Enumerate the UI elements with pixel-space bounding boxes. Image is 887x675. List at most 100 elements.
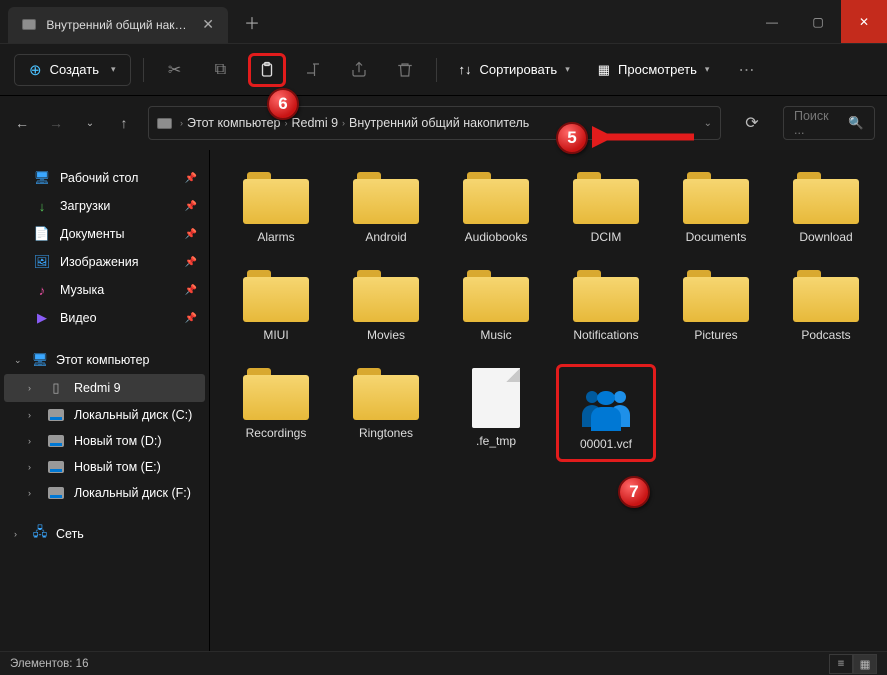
disk-icon — [48, 461, 64, 473]
pc-icon: 🖥 — [32, 352, 48, 368]
sort-button[interactable]: ↑↓ Сортировать ▾ — [449, 56, 580, 83]
sidebar-quick-item[interactable]: 📄Документы📌 — [4, 220, 205, 248]
share-icon[interactable] — [340, 53, 378, 87]
sidebar-drive-item[interactable]: › Локальный диск (C:) — [4, 402, 205, 428]
chevron-down-icon: ▾ — [111, 64, 116, 75]
breadcrumb-segment[interactable]: Redmi 9 — [291, 116, 338, 130]
folder-icon — [243, 270, 309, 322]
chevron-down-icon: ▾ — [705, 64, 710, 75]
sidebar-quick-item[interactable]: 🖼Изображения📌 — [4, 248, 205, 276]
pin-icon: 📌 — [185, 201, 197, 212]
chevron-right-icon: › — [180, 118, 183, 128]
new-button[interactable]: ⊕ Создать ▾ — [14, 54, 131, 86]
folder-item[interactable]: Recordings — [226, 364, 326, 462]
folder-icon — [243, 172, 309, 224]
forward-button[interactable]: → — [46, 115, 66, 131]
refresh-button[interactable]: ⟳ — [735, 106, 769, 140]
delete-icon[interactable] — [386, 53, 424, 87]
chevron-right-icon: › — [28, 462, 38, 472]
sidebar-label: Сеть — [56, 527, 84, 541]
sort-label: Сортировать — [480, 62, 558, 77]
cut-icon[interactable]: ✂ — [156, 53, 194, 87]
sort-icon: ↑↓ — [459, 62, 472, 77]
active-tab[interactable]: Внутренний общий накопит ✕ — [8, 7, 228, 43]
chevron-right-icon: › — [342, 118, 345, 128]
folder-icon: 📄 — [34, 226, 50, 242]
annotation-5: 5 — [556, 122, 588, 154]
sidebar-label: Локальный диск (C:) — [74, 408, 192, 422]
view-button[interactable]: ▦ Просмотреть ▾ — [588, 56, 720, 84]
file-icon — [472, 368, 520, 428]
file-item[interactable]: 00001.vcf — [556, 364, 656, 462]
folder-icon: ↓ — [34, 198, 50, 214]
close-tab-icon[interactable]: ✕ — [202, 16, 214, 33]
divider — [143, 58, 144, 82]
up-button[interactable]: ↑ — [114, 115, 134, 131]
toolbar: ⊕ Создать ▾ ✂ ⧉ ↑↓ Сортировать ▾ ▦ Просм… — [0, 44, 887, 96]
sidebar-drive-item[interactable]: ›Новый том (D:) — [4, 428, 205, 454]
sidebar-redmi-device[interactable]: › ▯ Redmi 9 — [4, 374, 205, 402]
minimize-button[interactable]: — — [749, 0, 795, 43]
sidebar-label: Загрузки — [60, 199, 110, 213]
sidebar-label: Этот компьютер — [56, 353, 149, 367]
folder-icon: ▶ — [34, 310, 50, 326]
details-view-button[interactable]: ≡ — [829, 654, 853, 674]
back-button[interactable]: ← — [12, 115, 32, 131]
chevron-right-icon: › — [14, 529, 24, 539]
paste-icon[interactable] — [248, 53, 286, 87]
item-label: Recordings — [246, 426, 307, 440]
folder-icon — [353, 172, 419, 224]
folder-item[interactable]: MIUI — [226, 266, 326, 346]
sidebar-label: Redmi 9 — [74, 381, 121, 395]
sidebar-label: Изображения — [60, 255, 139, 269]
chevron-right-icon: › — [28, 410, 38, 420]
folder-item[interactable]: Download — [776, 168, 876, 248]
pin-icon: 📌 — [185, 229, 197, 240]
folder-item[interactable]: Audiobooks — [446, 168, 546, 248]
chevron-down-icon[interactable]: ⌄ — [80, 118, 100, 129]
folder-item[interactable]: Podcasts — [776, 266, 876, 346]
file-item[interactable]: .fe_tmp — [446, 364, 546, 462]
close-button[interactable]: ✕ — [841, 0, 887, 43]
sidebar-label: Музыка — [60, 283, 104, 297]
sidebar-network[interactable]: › 🖧 Сеть — [4, 520, 205, 548]
sidebar-label: Новый том (E:) — [74, 460, 161, 474]
folder-item[interactable]: Android — [336, 168, 436, 248]
folder-item[interactable]: Music — [446, 266, 546, 346]
more-icon[interactable]: ⋯ — [727, 53, 765, 87]
folder-icon — [683, 270, 749, 322]
folder-item[interactable]: Alarms — [226, 168, 326, 248]
sidebar-quick-item[interactable]: ♪Музыка📌 — [4, 276, 205, 304]
sidebar-drive-item[interactable]: › Новый том (E:) — [4, 454, 205, 480]
content-area[interactable]: AlarmsAndroidAudiobooksDCIMDocumentsDown… — [210, 150, 887, 651]
item-count: Элементов: 16 — [10, 658, 88, 670]
view-icon: ▦ — [598, 62, 610, 78]
icons-view-button[interactable]: ▦ — [853, 654, 877, 674]
sidebar-quick-item[interactable]: 🖥Рабочий стол📌 — [4, 164, 205, 192]
sidebar-this-pc[interactable]: ⌄ 🖥 Этот компьютер — [4, 346, 205, 374]
sidebar-quick-item[interactable]: ▶Видео📌 — [4, 304, 205, 332]
view-switcher: ≡ ▦ — [829, 654, 877, 674]
sidebar-quick-item[interactable]: ↓ Загрузки 📌 — [4, 192, 205, 220]
pin-icon: 📌 — [185, 257, 197, 268]
search-input[interactable]: Поиск ... 🔍 — [783, 106, 875, 140]
folder-icon — [463, 172, 529, 224]
folder-item[interactable]: Ringtones — [336, 364, 436, 462]
phone-icon: ▯ — [48, 380, 64, 396]
chevron-down-icon[interactable]: ⌄ — [704, 118, 712, 129]
folder-item[interactable]: Movies — [336, 266, 436, 346]
folder-item[interactable]: Pictures — [666, 266, 766, 346]
folder-item[interactable]: Documents — [666, 168, 766, 248]
copy-icon[interactable]: ⧉ — [202, 53, 240, 87]
folder-item[interactable]: Notifications — [556, 266, 656, 346]
new-tab-button[interactable]: ＋ — [244, 10, 260, 34]
folder-item[interactable]: DCIM — [556, 168, 656, 248]
breadcrumb-segment[interactable]: Этот компьютер — [187, 116, 280, 130]
breadcrumb-segment[interactable]: Внутренний общий накопитель — [349, 116, 529, 130]
sidebar-drive-item[interactable]: ›Локальный диск (F:) — [4, 480, 205, 506]
folder-icon — [573, 172, 639, 224]
drive-icon — [157, 118, 172, 129]
maximize-button[interactable]: ▢ — [795, 0, 841, 43]
tab-title: Внутренний общий накопит — [46, 18, 192, 32]
rename-icon[interactable] — [294, 53, 332, 87]
